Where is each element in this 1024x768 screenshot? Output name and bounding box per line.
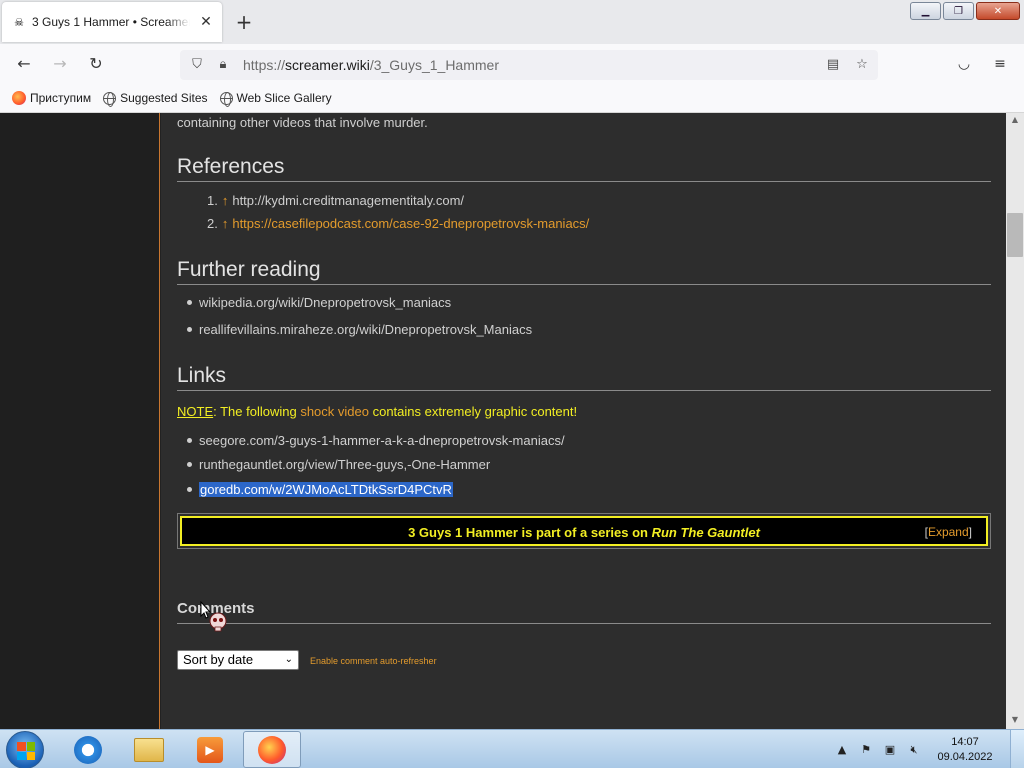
bullet-icon xyxy=(187,438,192,444)
clock[interactable]: 14:07 09.04.2022 xyxy=(930,735,1000,765)
shock-video-link[interactable]: shock video xyxy=(300,404,369,419)
minimize-button[interactable]: ▁ xyxy=(910,2,941,20)
bullet-icon xyxy=(187,300,192,306)
external-link-item[interactable]: seegore.com/3-guys-1-hammer-a-k-a-dnepro… xyxy=(187,433,565,448)
series-navbox: 3 Guys 1 Hammer is part of a series on R… xyxy=(177,513,991,549)
intro-paragraph-tail: containing other videos that involve mur… xyxy=(177,115,428,130)
chevron-down-icon: ⌄ xyxy=(284,654,293,665)
tab-active[interactable]: ☠ 3 Guys 1 Hammer • Screamer Wiki ✕ xyxy=(2,2,222,42)
scrollbar-thumb[interactable] xyxy=(1007,213,1023,257)
reader-view-icon[interactable]: ▤ xyxy=(824,56,842,74)
tray-expand-icon[interactable]: ▲ xyxy=(834,742,850,758)
new-tab-button[interactable]: + xyxy=(234,12,254,32)
back-icon[interactable]: ← xyxy=(14,54,34,74)
series-expand-toggle[interactable]: [Expand] xyxy=(925,525,972,539)
bookmark-star-icon[interactable]: ☆ xyxy=(853,56,871,74)
forward-icon[interactable]: → xyxy=(50,54,70,74)
backlink-arrow-icon[interactable]: ↑ xyxy=(222,216,229,231)
series-title: 3 Guys 1 Hammer is part of a series on R… xyxy=(408,525,760,540)
bullet-icon xyxy=(187,462,192,468)
pocket-icon[interactable]: ◡ xyxy=(954,54,974,74)
media-player-icon: ▶ xyxy=(197,736,223,763)
title-bar: ☠ 3 Guys 1 Hammer • Screamer Wiki ✕ + ▁ … xyxy=(0,0,1024,44)
close-window-button[interactable]: ✕ xyxy=(976,2,1020,20)
volume-muted-icon[interactable]: 🔇︎ xyxy=(906,742,922,758)
firefox-icon xyxy=(258,735,286,764)
bookmark-suggested-sites[interactable]: Suggested Sites xyxy=(103,91,208,107)
taskbar-media-player[interactable]: ▶ xyxy=(181,731,239,768)
further-reading-item[interactable]: reallifevillains.miraheze.org/wiki/Dnepr… xyxy=(187,322,532,337)
expand-link[interactable]: Expand xyxy=(928,525,969,539)
url-text[interactable]: https://screamer.wiki/3_Guys_1_Hammer xyxy=(243,57,499,73)
page-viewport: containing other videos that involve mur… xyxy=(0,113,1024,729)
scroll-down-icon[interactable]: ▼ xyxy=(1006,713,1024,727)
tab-close-icon[interactable]: ✕ xyxy=(198,14,214,30)
taskbar: e ▶ ▲ ⚑ ▣ 🔇︎ 14:07 09.04.2022 xyxy=(0,729,1024,768)
window-controls: ▁ ❐ ✕ xyxy=(908,2,1020,20)
menu-hamburger-icon[interactable]: ≡ xyxy=(990,54,1010,74)
nav-toolbar: ← → ↻ ⛉ 🔒︎ https://screamer.wiki/3_Guys_… xyxy=(0,44,1024,84)
globe-icon xyxy=(219,91,233,107)
bullet-icon xyxy=(187,327,192,333)
left-sidebar xyxy=(0,113,160,729)
taskbar-firefox[interactable] xyxy=(243,731,301,768)
tracking-shield-icon[interactable]: ⛉ xyxy=(188,56,206,74)
reference-item: 2. ↑ https://casefilepodcast.com/case-92-d… xyxy=(207,216,590,231)
bookmark-web-slice-gallery[interactable]: Web Slice Gallery xyxy=(219,91,332,107)
restore-button[interactable]: ❐ xyxy=(943,2,974,20)
start-button[interactable] xyxy=(6,731,44,768)
bookmarks-bar: Приступим Suggested Sites Web Slice Gall… xyxy=(0,84,1024,113)
further-reading-item[interactable]: wikipedia.org/wiki/Dnepropetrovsk_maniac… xyxy=(187,295,451,310)
globe-icon xyxy=(103,91,117,107)
selected-text: goredb.com/w/2WJMoAcLTDtkSsrD4PCtvR xyxy=(199,482,453,497)
folder-icon xyxy=(134,737,164,762)
note-label-link[interactable]: NOTE xyxy=(177,404,213,419)
lock-icon[interactable]: 🔒︎ xyxy=(214,56,232,74)
bookmark-pristupim[interactable]: Приступим xyxy=(12,91,91,105)
graphic-content-note: NOTE: The following shock video contains… xyxy=(177,404,578,419)
network-icon[interactable]: ▣ xyxy=(882,742,898,758)
show-desktop-button[interactable] xyxy=(1010,730,1024,768)
scroll-up-icon[interactable]: ▲ xyxy=(1006,113,1024,127)
page-scrollbar[interactable]: ▲ ▼ xyxy=(1006,113,1024,729)
reference-item: 1. ↑ http://kydmi.creditmanagementitaly.co… xyxy=(207,193,465,208)
site-favicon-icon: ☠ xyxy=(14,15,24,29)
taskbar-file-explorer[interactable] xyxy=(120,731,178,768)
bullet-icon xyxy=(187,487,192,493)
tab-title: 3 Guys 1 Hammer • Screamer Wiki xyxy=(32,15,190,29)
external-link-item[interactable]: runthegauntlet.org/view/Three-guys,-One-… xyxy=(187,457,490,472)
external-link-item-selected[interactable]: goredb.com/w/2WJMoAcLTDtkSsrD4PCtvR xyxy=(187,482,453,497)
links-heading: Links xyxy=(177,364,991,391)
windows-logo-icon xyxy=(17,742,35,760)
further-reading-heading: Further reading xyxy=(177,258,991,285)
backlink-arrow-icon[interactable]: ↑ xyxy=(222,193,229,208)
comment-sort-select[interactable]: Sort by date ⌄ xyxy=(177,650,299,670)
references-heading: References xyxy=(177,155,991,182)
internet-explorer-icon: e xyxy=(74,735,102,764)
reload-icon[interactable]: ↻ xyxy=(86,54,106,74)
reference-link[interactable]: https://casefilepodcast.com/case-92-dnep… xyxy=(232,216,589,231)
comments-heading: Comments xyxy=(177,600,991,624)
system-tray: ▲ ⚑ ▣ 🔇︎ 14:07 09.04.2022 xyxy=(834,730,1024,768)
article-content: containing other videos that involve mur… xyxy=(161,113,1006,729)
skull-cursor-icon xyxy=(200,601,227,632)
action-center-flag-icon[interactable]: ⚑ xyxy=(858,742,874,758)
url-bar[interactable]: ⛉ 🔒︎ https://screamer.wiki/3_Guys_1_Hamm… xyxy=(180,50,878,80)
taskbar-internet-explorer[interactable]: e xyxy=(59,731,117,768)
firefox-icon xyxy=(12,91,26,105)
auto-refresher-link[interactable]: Enable comment auto-refresher xyxy=(310,656,437,666)
